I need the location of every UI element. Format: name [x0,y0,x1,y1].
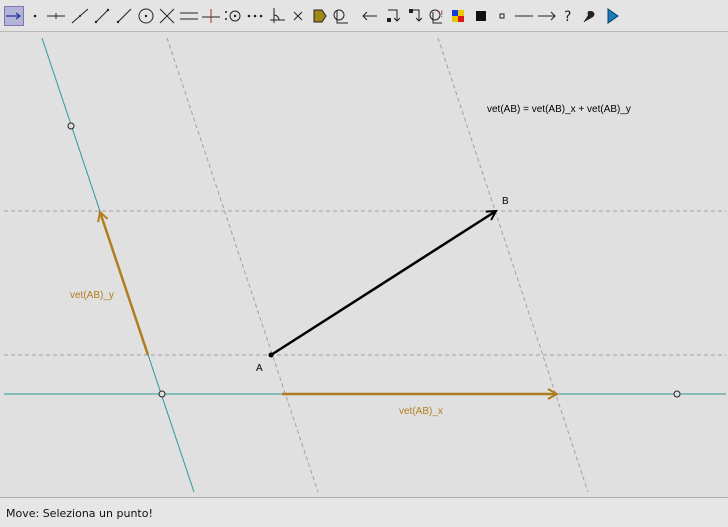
play-icon[interactable] [604,6,622,26]
parallel-icon[interactable] [178,6,200,26]
filled-square-icon[interactable] [472,6,490,26]
circle-icon[interactable] [136,6,156,26]
toolbar: ! ? [0,0,728,32]
move-arrow-icon[interactable] [4,6,24,26]
status-message: Move: Seleziona un punto! [6,507,153,520]
back-arrow-icon[interactable] [360,6,380,26]
angle-icon[interactable] [267,6,287,26]
small-square-icon[interactable] [494,6,510,26]
fill-icon[interactable] [311,6,329,26]
ray-icon[interactable] [114,6,134,26]
vector-y-component[interactable] [100,212,150,356]
vector-ab[interactable] [270,211,496,357]
formula-text: vet(AB) = vet(AB)_x + vet(AB)_y [487,104,631,115]
axis-origin-point[interactable] [158,390,166,398]
pin-icon[interactable] [580,6,600,26]
thin-line-icon[interactable] [513,6,535,26]
segment-icon[interactable] [92,6,112,26]
vector-x-label: vet(AB)_x [399,406,443,417]
point-b-label: B [502,196,509,207]
delete-cross-icon[interactable] [289,6,307,26]
dashed-line-through-origin-parallel [166,37,319,493]
macro-reverse-icon[interactable] [405,6,425,26]
midpoint-icon[interactable] [223,6,243,26]
drawing-canvas[interactable]: A B vet(AB)_x vet(AB)_y vet(AB) = vet(AB… [0,32,728,496]
arrow-right-icon[interactable] [536,6,558,26]
dotted-line-icon[interactable] [245,6,265,26]
macro-icon[interactable] [383,6,403,26]
status-bar: Move: Seleziona un punto! [0,497,728,527]
axis-point[interactable] [673,390,681,398]
point-a-label: A [256,363,263,374]
svg-text:!: ! [440,10,444,20]
geometry-app-window: ! ? A B vet(AB)_x vet(AB)_y vet(AB) = ve… [0,0,728,527]
axis-point[interactable] [67,122,75,130]
locus-icon[interactable] [331,6,351,26]
line-icon[interactable] [69,6,91,26]
point-a[interactable] [268,352,274,358]
query-icon[interactable]: ! [427,6,447,26]
vector-y-label: vet(AB)_y [70,290,114,301]
question-mark-icon[interactable]: ? [560,6,578,26]
intersect-icon[interactable] [157,6,177,26]
color-palette-icon[interactable] [449,6,467,26]
point-on-line-icon[interactable] [45,6,67,26]
perpendicular-icon[interactable] [200,6,222,26]
point-icon[interactable] [28,6,42,26]
svg-text:?: ? [564,9,571,24]
